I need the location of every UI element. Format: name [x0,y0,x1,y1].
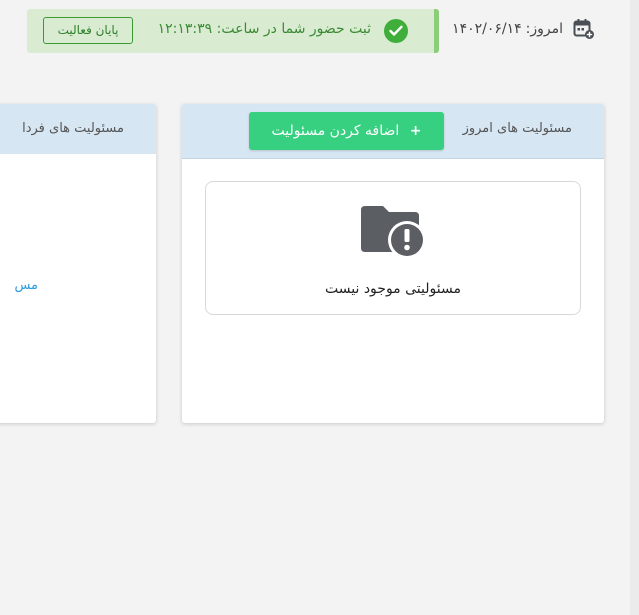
check-circle-icon [384,19,408,43]
date-value: ۱۴۰۲/۰۶/۱۴ [452,21,522,37]
today-responsibilities-tab[interactable]: مسئولیت های امروز [463,121,572,136]
empty-state: مسئولیتی موجود نیست [205,181,581,315]
today-responsibilities-panel: مسئولیت های امروز + اضافه کردن مسئولیت م… [182,104,604,423]
date-label: امروز: [525,21,563,37]
today-date: امروز: ۱۴۰۲/۰۶/۱۴ [452,18,595,40]
tomorrow-responsibility-link[interactable]: مس [0,278,38,293]
add-responsibility-button[interactable]: + اضافه کردن مسئولیت [249,112,444,150]
tomorrow-responsibilities-tab[interactable]: مسئولیت های فردا [22,121,124,136]
plus-icon: + [409,123,422,139]
page: امروز: ۱۴۰۲/۰۶/۱۴ ثبت حضور شما در ساعت: … [0,0,639,615]
add-responsibility-label: اضافه کردن مسئولیت [271,123,400,139]
empty-message: مسئولیتی موجود نیست [325,281,461,297]
tomorrow-responsibilities-panel: مسئولیت های فردا مس [0,104,156,423]
attendance-alert: ثبت حضور شما در ساعت: ۱۲:۱۳:۳۹ پایان فعا… [27,9,439,53]
tomorrow-panel-header: مسئولیت های فردا [0,104,156,154]
calendar-plus-icon[interactable] [573,18,595,40]
end-activity-button[interactable]: پایان فعالیت [43,17,133,44]
today-panel-header: مسئولیت های امروز + اضافه کردن مسئولیت [182,104,604,159]
page-scrollbar[interactable] [630,0,639,615]
attendance-text: ثبت حضور شما در ساعت: ۱۲:۱۳:۳۹ [157,21,371,37]
folder-alert-icon [359,202,429,266]
